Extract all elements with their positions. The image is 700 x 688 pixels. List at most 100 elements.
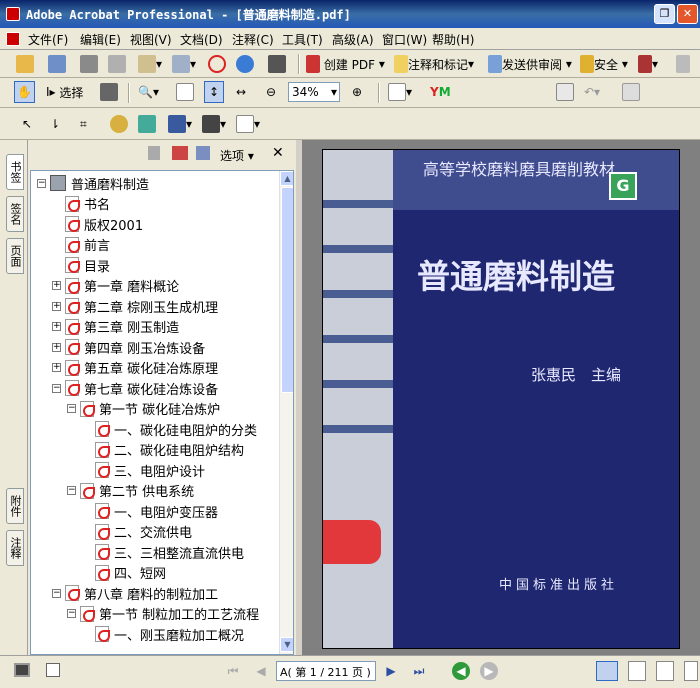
menu-advanced[interactable]: 高级(A): [332, 31, 374, 48]
expand-icon[interactable]: +: [52, 281, 61, 290]
touchup-icon[interactable]: ⇂: [50, 113, 60, 135]
comment-markup-button[interactable]: 注释和标记 ▾: [394, 53, 474, 75]
fit-page-icon[interactable]: ↕: [204, 81, 225, 103]
close-panel-icon[interactable]: ✕: [272, 145, 284, 161]
document-menu-icon[interactable]: [6, 32, 20, 46]
bookmark-item[interactable]: − 第一节 制粒加工的工艺流程: [67, 604, 259, 624]
tab-signatures[interactable]: 签名: [6, 196, 24, 232]
scroll-down-icon[interactable]: ▼: [280, 637, 293, 652]
select-tool-button[interactable]: I▸ 选择: [46, 81, 83, 103]
email-icon[interactable]: ▾: [138, 53, 162, 75]
bookmark-item[interactable]: 二、交流供电: [82, 522, 192, 542]
web-icon[interactable]: [236, 53, 254, 75]
bookmark-item[interactable]: 三、电阻炉设计: [82, 460, 205, 480]
sign-button[interactable]: ▾: [638, 53, 658, 75]
snapshot-icon[interactable]: [100, 81, 118, 103]
menu-comments[interactable]: 注释(C): [232, 31, 274, 48]
create-pdf-button[interactable]: 创建 PDF ▾: [306, 53, 385, 75]
collapse-icon[interactable]: −: [67, 404, 76, 413]
menu-document[interactable]: 文档(D): [180, 31, 223, 48]
hand-tool-icon[interactable]: ✋: [14, 81, 35, 103]
bookmark-item[interactable]: 版权2001: [52, 214, 143, 234]
tab-comments[interactable]: 注释: [6, 530, 24, 566]
menu-tools[interactable]: 工具(T): [282, 31, 323, 48]
zoom-out-icon[interactable]: ⊖: [266, 81, 276, 103]
organizer-icon[interactable]: [48, 53, 66, 75]
new-bookmark-icon[interactable]: [172, 146, 188, 160]
copy-icon[interactable]: [622, 81, 640, 103]
rotate-view-icon[interactable]: ▾: [388, 81, 412, 103]
document-view[interactable]: 高等学校磨料磨具磨削教材 G 普通磨料制造 张惠民 主编 中国标准出版社: [302, 140, 700, 655]
bookmark-item[interactable]: − 第二节 供电系统: [67, 481, 194, 501]
ym-plugin-icon[interactable]: YM: [430, 81, 451, 103]
restore-icon[interactable]: ❐: [654, 4, 675, 24]
stamp-icon[interactable]: [208, 53, 226, 75]
bookmark-item[interactable]: − 第八章 磨料的制粒加工: [52, 583, 218, 603]
arrow-select-icon[interactable]: ↖: [22, 113, 32, 135]
actual-size-icon[interactable]: [176, 81, 194, 103]
bookmark-item[interactable]: 一、刚玉磨粒加工概况: [82, 624, 244, 644]
text-field-icon[interactable]: ▾: [236, 113, 260, 135]
zoom-in-icon[interactable]: 🔍▾: [138, 81, 159, 103]
bookmark-item[interactable]: 四、短网: [82, 563, 166, 583]
article-icon[interactable]: [138, 113, 156, 135]
bookmark-item[interactable]: 目录: [52, 255, 110, 275]
expand-icon[interactable]: +: [52, 342, 61, 352]
bookmark-item[interactable]: + 第五章 碳化硅冶炼原理: [52, 358, 218, 378]
zoom-level-select[interactable]: 34% ▾: [288, 82, 340, 102]
bookmark-item[interactable]: + 第三章 刚玉制造: [52, 317, 179, 337]
tab-pages[interactable]: 页面: [6, 238, 24, 274]
monitor-icon[interactable]: [14, 663, 30, 677]
scroll-up-icon[interactable]: ▲: [280, 171, 293, 186]
collapse-icon[interactable]: −: [52, 383, 61, 393]
spellcheck-icon[interactable]: [556, 81, 574, 103]
fit-width-icon[interactable]: ↔: [236, 81, 246, 103]
collapse-icon[interactable]: −: [52, 588, 61, 598]
previous-page-icon[interactable]: ◀: [252, 662, 270, 680]
shape-tool-icon[interactable]: ▾: [168, 113, 192, 135]
page-number-field[interactable]: A( 第 1 / 211 页 ): [276, 661, 376, 681]
bookmark-item[interactable]: − 第七章 碳化硅冶炼设备: [52, 378, 218, 398]
bookmark-item[interactable]: − 普通磨料制造: [37, 173, 149, 193]
bookmark-item[interactable]: 二、碳化硅电阻炉结构: [82, 440, 244, 460]
expand-icon[interactable]: +: [52, 363, 61, 372]
attach-icon[interactable]: ▾: [172, 53, 196, 75]
send-review-button[interactable]: 发送供审阅 ▾: [488, 53, 572, 75]
bookmark-item[interactable]: + 第四章 刚玉冶炼设备: [52, 337, 205, 357]
crop-icon[interactable]: ⌗: [80, 113, 87, 135]
first-page-icon[interactable]: ⏮: [224, 662, 242, 680]
bookmark-scrollbar[interactable]: ▲ ▼: [279, 171, 293, 654]
expand-bookmark-icon[interactable]: [196, 146, 210, 160]
bookmark-item[interactable]: + 第二章 棕刚玉生成机理: [52, 296, 218, 316]
menu-window[interactable]: 窗口(W): [382, 31, 427, 48]
bookmark-item[interactable]: 一、碳化硅电阻炉的分类: [82, 419, 257, 439]
movie-tool-icon[interactable]: ▾: [202, 113, 226, 135]
go-back-icon[interactable]: ◀: [452, 662, 470, 680]
undo-icon[interactable]: ↶▾: [584, 81, 600, 103]
link-icon[interactable]: [110, 113, 128, 135]
print-icon[interactable]: [108, 53, 126, 75]
facing-icon[interactable]: [656, 661, 674, 681]
expand-icon[interactable]: +: [52, 322, 61, 331]
tab-attachments[interactable]: 附件: [6, 488, 24, 524]
scroll-thumb[interactable]: [281, 187, 293, 393]
bookmark-item[interactable]: 书名: [52, 194, 110, 214]
collapse-icon[interactable]: −: [37, 178, 46, 188]
collapse-icon[interactable]: −: [67, 486, 76, 495]
options-menu[interactable]: 选项 ▾: [220, 147, 254, 164]
bookmark-item[interactable]: 三、三相整流直流供电: [82, 542, 244, 562]
find-icon[interactable]: [268, 53, 286, 75]
collapse-icon[interactable]: −: [67, 609, 76, 618]
last-page-icon[interactable]: ⏭: [410, 662, 428, 680]
expand-icon[interactable]: +: [52, 301, 61, 311]
menu-view[interactable]: 视图(V): [130, 31, 172, 48]
zoom-in-plus-icon[interactable]: ⊕: [352, 81, 362, 103]
bookmark-item[interactable]: 前言: [52, 235, 110, 255]
menu-file[interactable]: 文件(F): [28, 31, 68, 48]
delete-bookmark-icon[interactable]: [148, 146, 160, 160]
tab-bookmarks[interactable]: 书签: [6, 154, 24, 190]
bookmark-item[interactable]: 一、电阻炉变压器: [82, 501, 218, 521]
page-icon[interactable]: [46, 663, 60, 677]
close-window-button[interactable]: ✕: [677, 4, 698, 24]
menu-edit[interactable]: 编辑(E): [80, 31, 121, 48]
